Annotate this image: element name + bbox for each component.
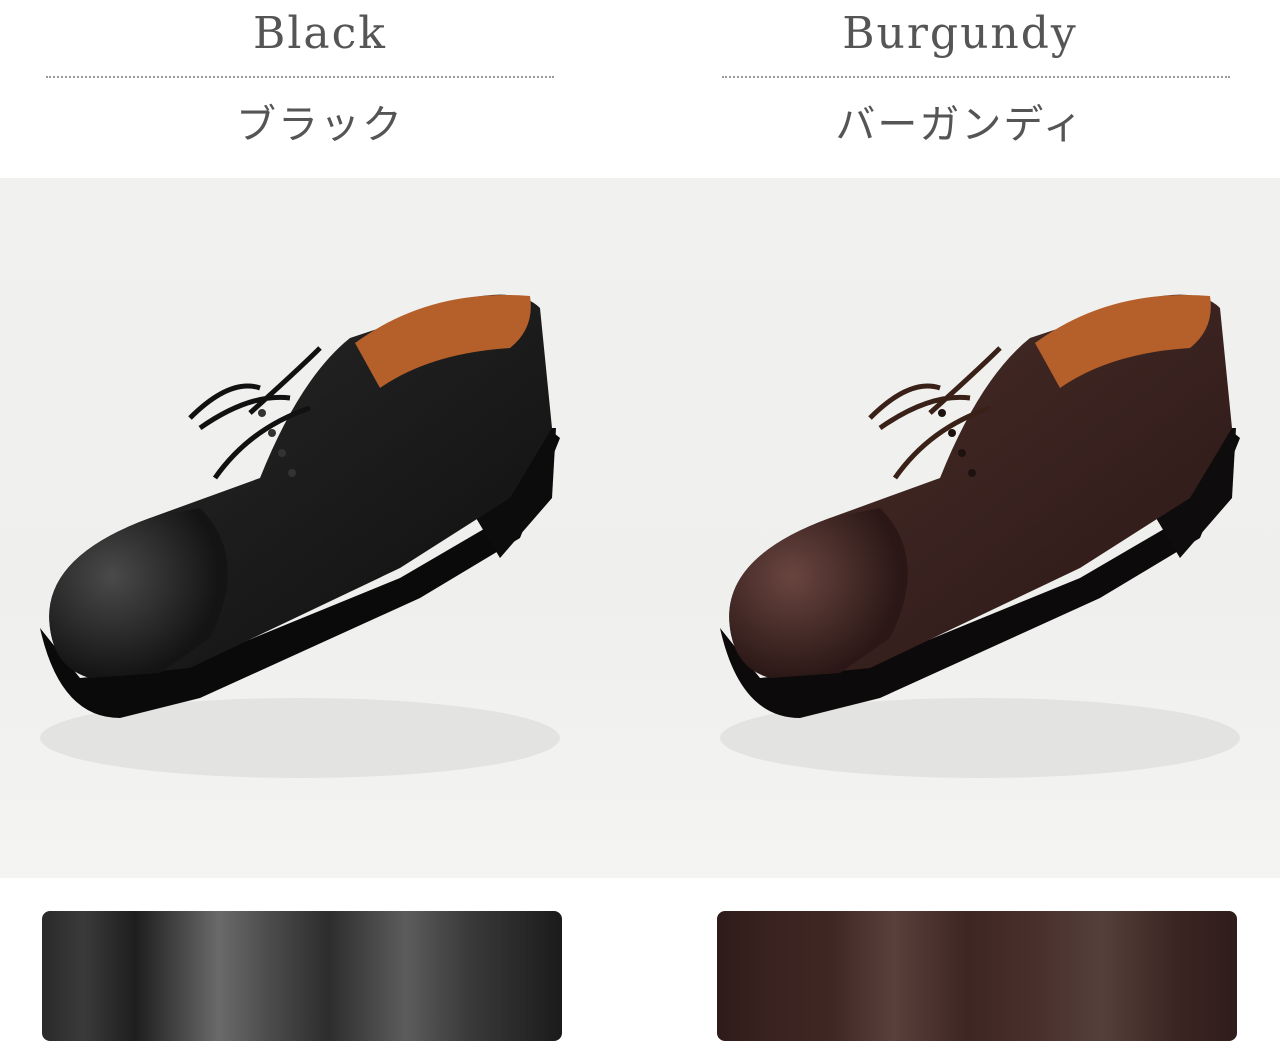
leather-swatch-burgundy <box>717 911 1237 1041</box>
shoe-illustration <box>40 294 560 778</box>
color-name-japanese: ブラック <box>236 102 404 148</box>
shoe-photo-burgundy <box>640 178 1280 878</box>
color-name-english: Burgundy <box>842 8 1078 59</box>
shoe-photo-black <box>0 178 640 878</box>
color-name-japanese: バーガンディ <box>835 102 1085 148</box>
leather-swatch-black <box>42 911 562 1041</box>
color-name-english: Black <box>253 8 387 59</box>
dotted-divider <box>46 76 554 78</box>
color-column-burgundy: Burgundy バーガンディ <box>640 0 1280 1053</box>
shoe-illustration <box>720 294 1240 778</box>
color-column-black: Black ブラック <box>0 0 640 1053</box>
dotted-divider <box>722 76 1230 78</box>
